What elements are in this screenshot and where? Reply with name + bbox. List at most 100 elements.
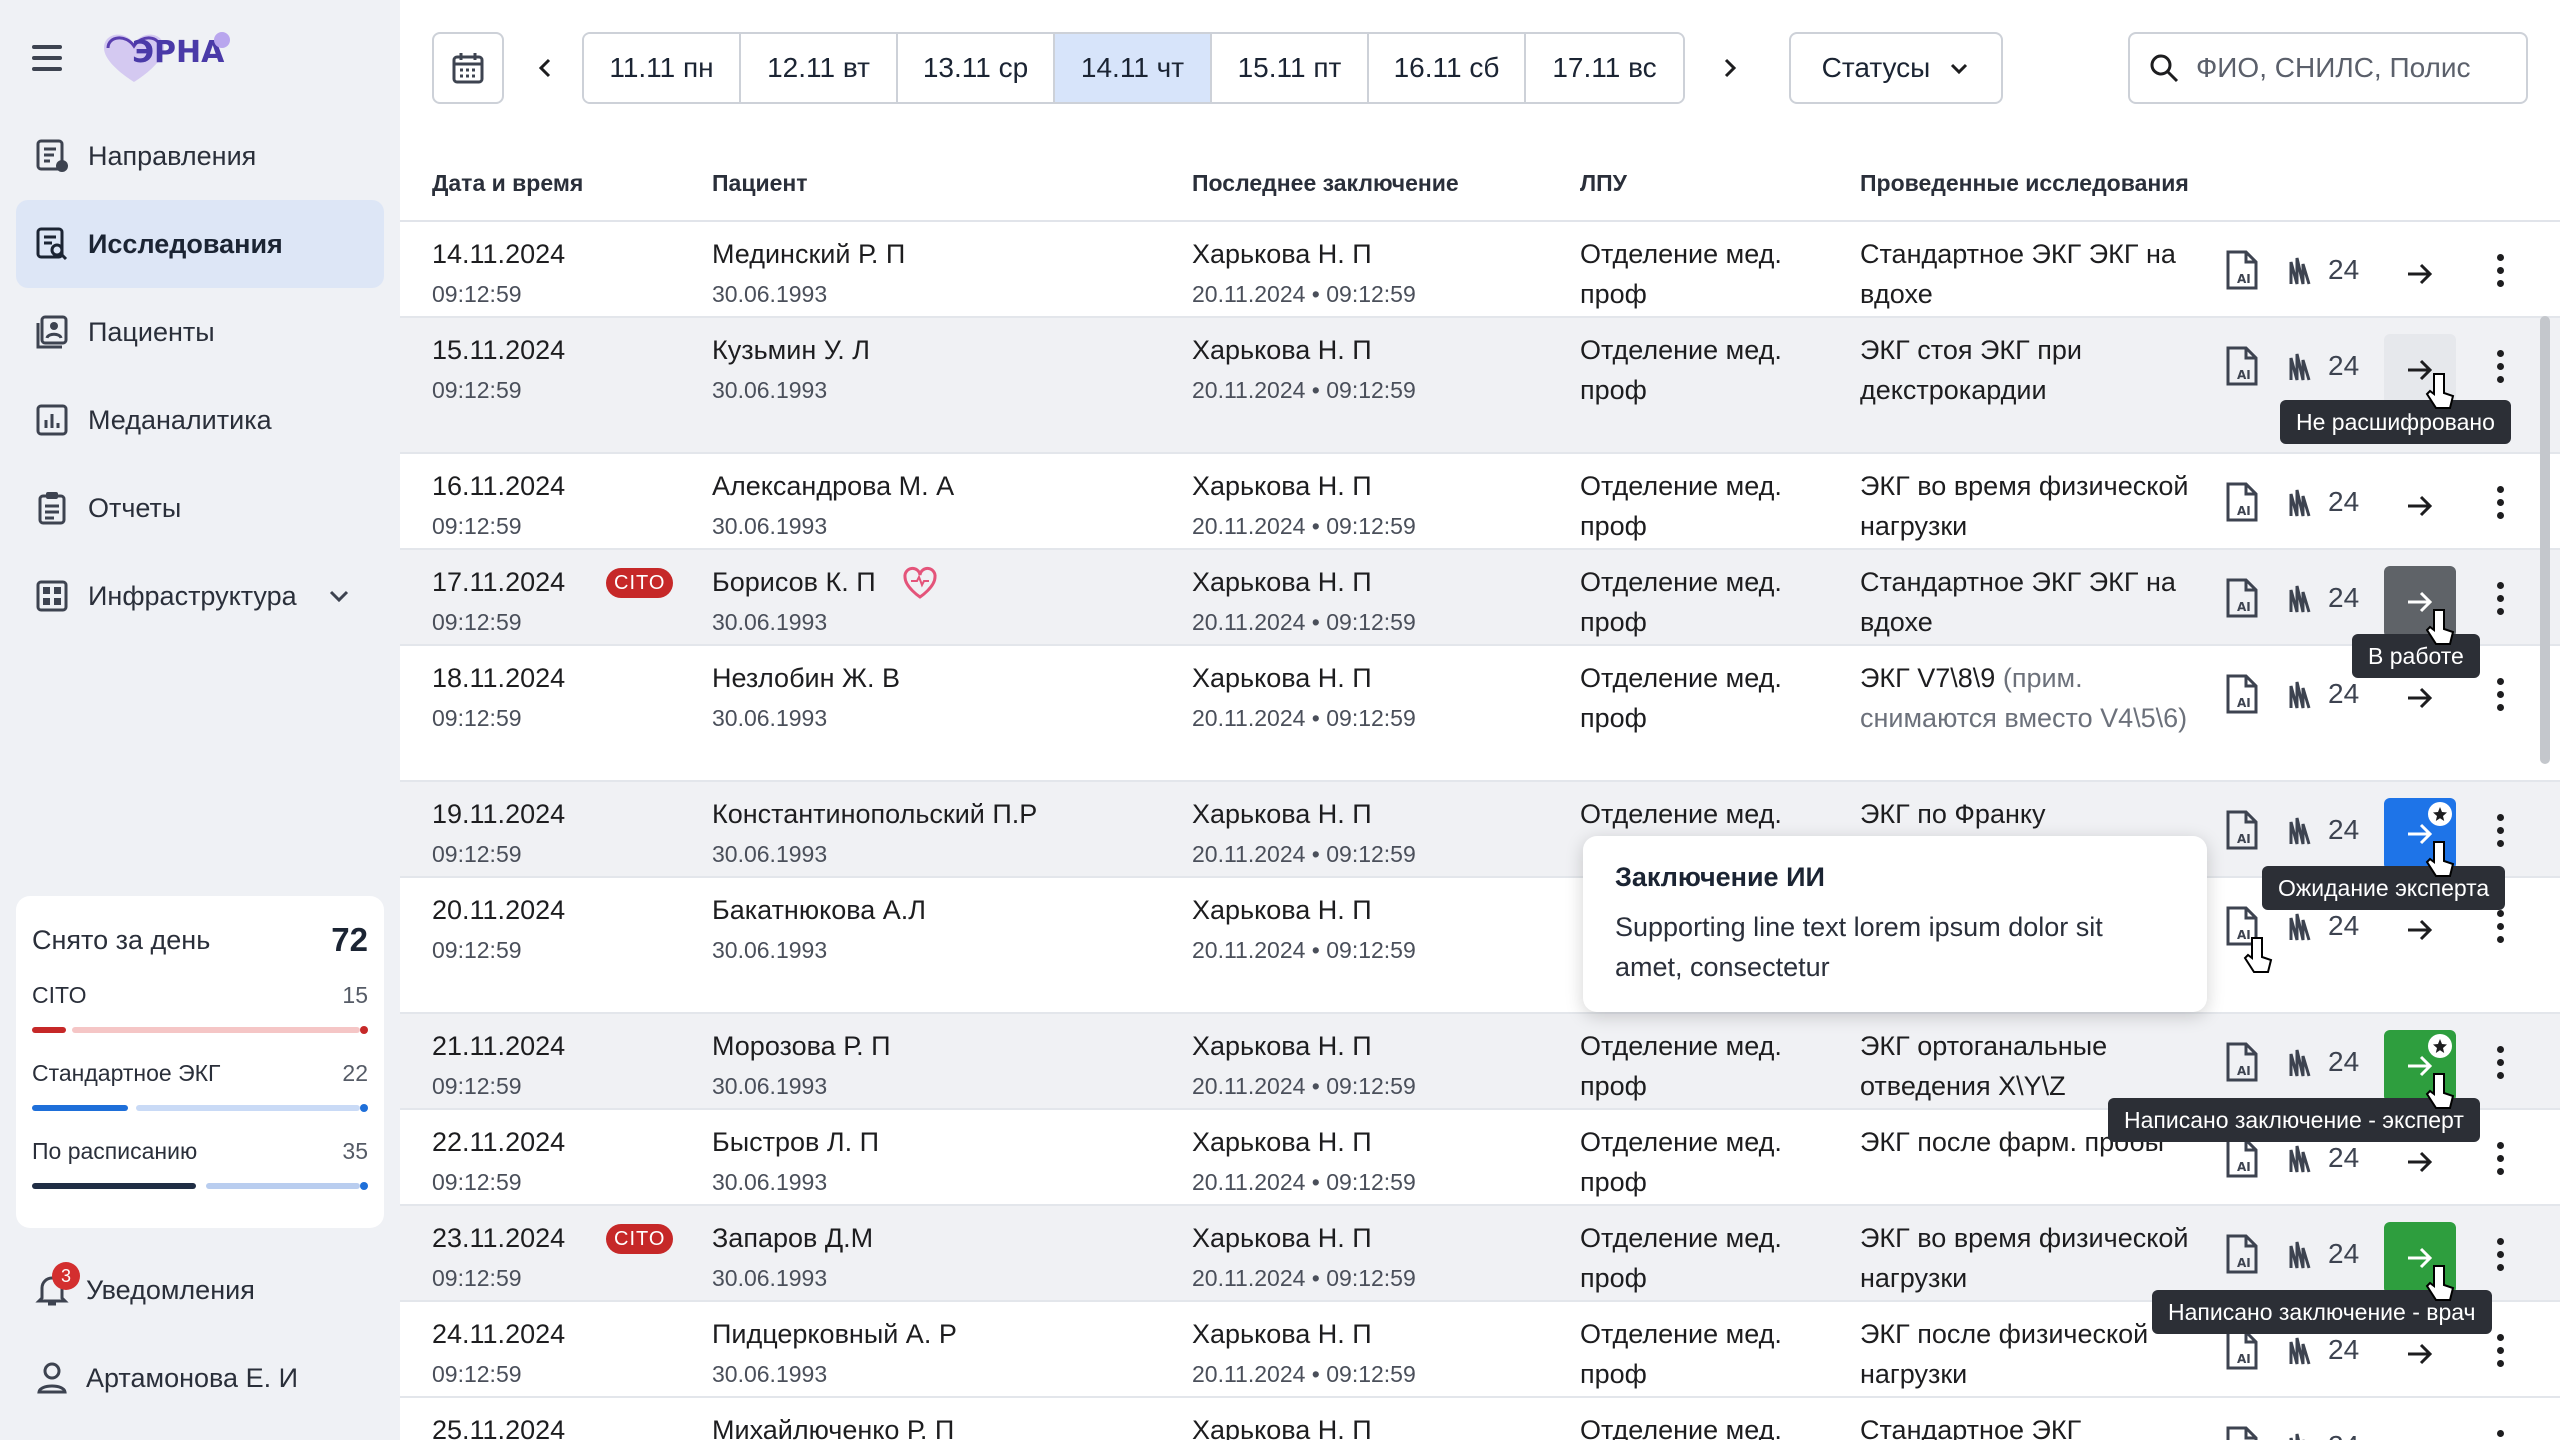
row-patient-cell[interactable]: Александрова М. А 30.06.1993 (712, 466, 954, 546)
prev-week-button[interactable] (518, 32, 574, 104)
col-last-conclusion[interactable]: Последнее заключение (1192, 170, 1459, 197)
stat-value: 22 (342, 1059, 368, 1086)
svg-text:AI: AI (2237, 696, 2251, 710)
row-patient-cell[interactable]: Михайлюченко Р. П (712, 1410, 954, 1440)
ai-report-icon[interactable]: AI (2220, 480, 2264, 524)
stat-value: 35 (342, 1137, 368, 1164)
row-actions: AI 24 (2220, 798, 2550, 870)
row-patient-cell[interactable]: Кузьмин У. Л 30.06.1993 (712, 330, 870, 410)
ai-report-icon[interactable]: AI (2220, 1040, 2264, 1084)
pointer-cursor-icon (2425, 373, 2455, 409)
open-study-button[interactable] (2384, 470, 2456, 542)
more-vert-icon[interactable] (2482, 1330, 2518, 1370)
row-patient-cell[interactable]: Морозова Р. П 30.06.1993 (712, 1026, 891, 1106)
row-patient-cell[interactable]: Мединский Р. П 30.06.1993 (712, 234, 905, 314)
directions-icon (36, 139, 68, 172)
row-lpu: Отделение мед. проф (1580, 471, 1782, 541)
more-vert-icon[interactable] (2482, 346, 2518, 386)
open-study-button[interactable] (2384, 1414, 2456, 1440)
day-tab-2[interactable]: 12.11 вт (741, 34, 898, 102)
user-profile-link[interactable]: Артамонова Е. И (34, 1360, 298, 1396)
next-week-button[interactable] (1701, 32, 1757, 104)
calendar-button[interactable] (432, 32, 504, 104)
table-row[interactable]: 19.11.2024 09:12:59 Константинопольский П.… (400, 782, 2560, 878)
lead-count: 24 (2328, 486, 2360, 517)
more-vert-icon[interactable] (2482, 906, 2518, 946)
table-row[interactable]: 21.11.2024 09:12:59 Морозова Р. П 30.06.199… (400, 1014, 2560, 1110)
ai-report-icon[interactable]: AI (2220, 248, 2264, 292)
sidebar-item-label: Отчеты (88, 492, 182, 523)
sidebar-item-medanalytics[interactable]: Меданалитика (16, 376, 384, 464)
ai-report-icon[interactable]: AI (2220, 1136, 2264, 1180)
table-row[interactable]: 15.11.2024 09:12:59 Кузьмин У. Л 30.06.1993… (400, 318, 2560, 454)
row-lpu: Отделение мед. проф (1580, 663, 1782, 733)
day-tab-4[interactable]: 14.11 чт (1055, 34, 1212, 102)
ai-report-icon[interactable]: AI (2220, 1328, 2264, 1372)
row-patient-cell[interactable]: Константинопольский П.Р 30.06.1993 (712, 794, 1037, 874)
day-tab-5[interactable]: 15.11 пт (1212, 34, 1369, 102)
row-patient-cell[interactable]: Борисов К. П 30.06.1993 (712, 562, 876, 642)
ai-report-icon[interactable]: AI (2220, 672, 2264, 716)
date-toolbar: 11.11 пн 12.11 вт 13.11 ср 14.11 чт 15.1… (432, 32, 2003, 104)
row-patient-cell[interactable]: Запаров Д.М 30.06.1993 (712, 1218, 873, 1298)
table-body: 14.11.2024 09:12:59 Мединский Р. П 30.06.19… (400, 222, 2560, 1440)
col-patient[interactable]: Пациент (712, 170, 808, 197)
ai-report-icon[interactable]: AI (2220, 344, 2264, 388)
row-last-conclusion-cell: Харькова Н. П 20.11.2024 • 09:12:59 (1192, 330, 1416, 410)
row-time: 09:12:59 (432, 1169, 522, 1195)
table-row[interactable]: 17.11.2024 09:12:59 CITO Борисов К. П 30.06.… (400, 550, 2560, 646)
notification-count-badge: 3 (52, 1262, 80, 1290)
table-row[interactable]: 14.11.2024 09:12:59 Мединский Р. П 30.06.19… (400, 222, 2560, 318)
sidebar-item-patients[interactable]: Пациенты (16, 288, 384, 376)
sidebar-item-infrastructure[interactable]: Инфраструктура (16, 552, 384, 640)
sidebar-item-label: Инфраструктура (88, 580, 297, 611)
day-tab-3[interactable]: 13.11 ср (898, 34, 1055, 102)
table-row[interactable]: 18.11.2024 09:12:59 Незлобин Ж. В 30.06.199… (400, 646, 2560, 782)
row-patient-cell[interactable]: Быстров Л. П 30.06.1993 (712, 1122, 879, 1202)
more-vert-icon[interactable] (2482, 674, 2518, 714)
sidebar-item-directions[interactable]: Направления (16, 112, 384, 200)
row-time: 09:12:59 (432, 841, 522, 867)
row-lpu: Отделение мед. проф (1580, 1031, 1782, 1101)
menu-icon[interactable] (32, 38, 72, 78)
row-conclusion-time: 20.11.2024 • 09:12:59 (1192, 1361, 1416, 1387)
day-tab-1[interactable]: 11.11 пн (584, 34, 741, 102)
row-patient-cell[interactable]: Незлобин Ж. В 30.06.1993 (712, 658, 900, 738)
row-date: 19.11.2024 (432, 799, 566, 829)
chevron-down-icon[interactable] (321, 582, 357, 610)
sidebar-item-reports[interactable]: Отчеты (16, 464, 384, 552)
notifications-link[interactable]: 3 Уведомления (34, 1262, 255, 1308)
more-vert-icon[interactable] (2482, 1426, 2518, 1440)
table-row[interactable]: 20.11.2024 09:12:59 Бакатнюкова А.Л 30.06.1… (400, 878, 2560, 1014)
ai-report-icon[interactable]: AI (2220, 576, 2264, 620)
vertical-scrollbar[interactable] (2540, 316, 2550, 764)
row-patient-cell[interactable]: Пидцерковный А. Р 30.06.1993 (712, 1314, 957, 1394)
col-date[interactable]: Дата и время (432, 170, 583, 197)
open-study-button[interactable] (2384, 238, 2456, 310)
more-vert-icon[interactable] (2482, 1138, 2518, 1178)
table-row[interactable]: 16.11.2024 09:12:59 Александрова М. А 30.06… (400, 454, 2560, 550)
more-vert-icon[interactable] (2482, 250, 2518, 290)
more-vert-icon[interactable] (2482, 482, 2518, 522)
ai-report-icon[interactable]: AI (2220, 1232, 2264, 1276)
row-patient-cell[interactable]: Бакатнюкова А.Л 30.06.1993 (712, 890, 926, 970)
more-vert-icon[interactable] (2482, 578, 2518, 618)
search-input[interactable] (2196, 52, 2526, 84)
day-tab-7[interactable]: 17.11 вс (1526, 34, 1683, 102)
sidebar-item-studies[interactable]: Исследования (16, 200, 384, 288)
ai-report-icon[interactable]: AI (2220, 1424, 2264, 1440)
table-row[interactable]: 25.11.2024 Михайлюченко Р. П Харькова Н. П… (400, 1398, 2560, 1440)
status-filter-select[interactable]: Статусы (1789, 32, 2003, 104)
arrow-right-icon (2408, 687, 2433, 709)
row-patient: Незлобин Ж. В (712, 663, 900, 693)
more-vert-icon[interactable] (2482, 1234, 2518, 1274)
table-row[interactable]: 23.11.2024 09:12:59 CITO Запаров Д.М 30.06.1… (400, 1206, 2560, 1302)
ai-report-icon[interactable]: AI (2220, 808, 2264, 852)
col-lpu[interactable]: ЛПУ (1580, 170, 1627, 197)
more-vert-icon[interactable] (2482, 1042, 2518, 1082)
row-time: 09:12:59 (432, 705, 522, 731)
more-vert-icon[interactable] (2482, 810, 2518, 850)
row-date: 21.11.2024 (432, 1031, 566, 1061)
day-tab-6[interactable]: 16.11 сб (1369, 34, 1526, 102)
col-exams[interactable]: Проведенные исследования (1860, 170, 2189, 197)
